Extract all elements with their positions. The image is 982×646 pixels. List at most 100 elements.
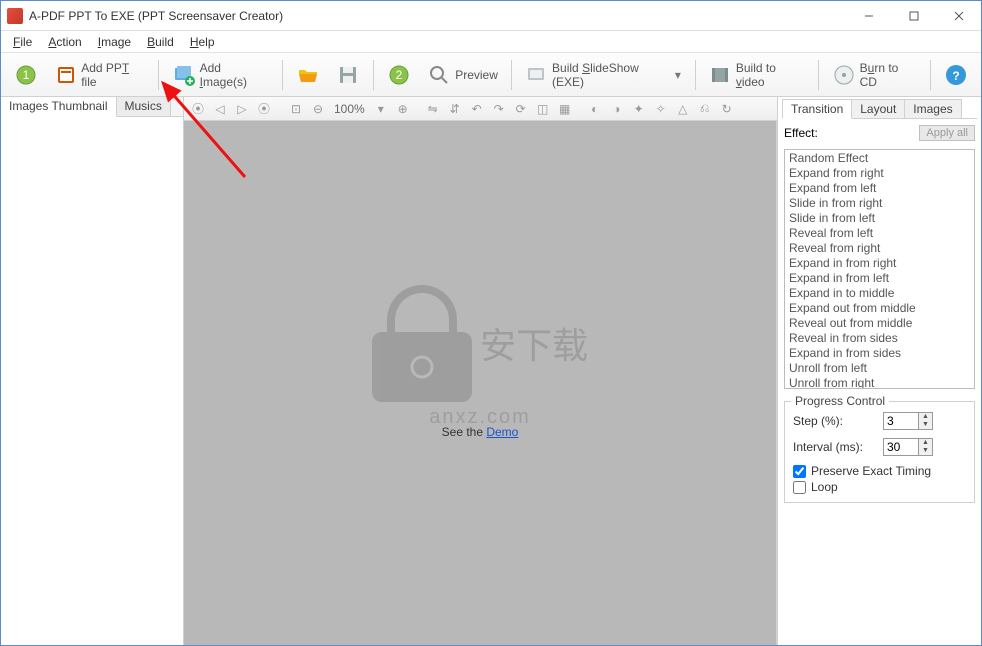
effect-item[interactable]: Expand in from sides xyxy=(787,346,972,361)
effect-b-icon[interactable]: ✧ xyxy=(651,99,671,119)
next-button[interactable]: ▷ xyxy=(232,99,252,119)
tab-images[interactable]: Images xyxy=(904,99,961,118)
effect-item[interactable]: Expand from right xyxy=(787,166,972,181)
interval-input[interactable] xyxy=(884,439,918,455)
menu-build[interactable]: Build xyxy=(139,33,182,51)
canvas-area: 安下载 anxz.com See the Demo xyxy=(184,121,777,645)
zoom-out-button[interactable]: ⊖ xyxy=(308,99,328,119)
step-up-icon[interactable]: ▲ xyxy=(919,413,932,421)
contrast-icon[interactable]: ◐ xyxy=(585,99,605,119)
effect-item[interactable]: Reveal out from middle xyxy=(787,316,972,331)
chevron-down-icon[interactable]: ▾ xyxy=(674,63,682,87)
build-video-button[interactable]: Build to video xyxy=(702,56,813,94)
tab-images-thumbnail[interactable]: Images Thumbnail xyxy=(1,97,117,117)
watermark-text: 安下载 xyxy=(480,317,588,369)
effect-item[interactable]: Expand out from middle xyxy=(787,301,972,316)
progress-control-group: Progress Control Step (%): ▲▼ Interval (… xyxy=(784,401,975,503)
loop-label: Loop xyxy=(811,480,838,494)
brightness-icon[interactable]: ◑ xyxy=(607,99,627,119)
menu-help[interactable]: Help xyxy=(182,33,223,51)
last-button[interactable]: ⦿ xyxy=(254,99,274,119)
loop-checkbox[interactable] xyxy=(793,481,806,494)
effect-item[interactable]: Unroll from left xyxy=(787,361,972,376)
nav-two-button[interactable]: 2 xyxy=(380,58,418,92)
zoom-in-button[interactable]: ⊕ xyxy=(393,99,413,119)
help-button[interactable]: ? xyxy=(937,58,975,92)
interval-spinner[interactable]: ▲▼ xyxy=(883,438,933,456)
titlebar: A-PDF PPT To EXE (PPT Screensaver Creato… xyxy=(1,1,981,31)
menubar: File Action Image Build Help xyxy=(1,31,981,53)
effect-item[interactable]: Reveal from left xyxy=(787,226,972,241)
undo-icon[interactable]: ⎌ xyxy=(695,99,715,119)
left-pane: Images Thumbnail Musics xyxy=(1,97,184,645)
menu-image[interactable]: Image xyxy=(90,33,139,51)
images-plus-icon xyxy=(172,63,195,87)
redo-icon[interactable]: ↻ xyxy=(717,99,737,119)
svg-text:2: 2 xyxy=(396,68,403,82)
add-images-label: Add Image(s) xyxy=(200,61,270,89)
tab-musics[interactable]: Musics xyxy=(117,97,171,116)
effect-a-icon[interactable]: ✦ xyxy=(629,99,649,119)
interval-up-icon[interactable]: ▲ xyxy=(919,439,932,447)
film-icon xyxy=(709,63,732,87)
close-button[interactable] xyxy=(936,1,981,30)
effect-list[interactable]: Random EffectExpand from rightExpand fro… xyxy=(784,149,975,389)
effect-item[interactable]: Expand in to middle xyxy=(787,286,972,301)
burn-cd-button[interactable]: Burn to CD xyxy=(825,56,924,94)
maximize-button[interactable] xyxy=(891,1,936,30)
canvas-toolbar: ⦿ ◁ ▷ ⦿ ⊡ ⊖ 100% ▾ ⊕ ⇋ ⇵ ↶ ↷ ⟳ ◫ ▦ ◐ ◑ ✦… xyxy=(184,97,777,121)
effect-item[interactable]: Random Effect xyxy=(787,151,972,166)
add-ppt-button[interactable]: Add PPT file xyxy=(47,56,152,94)
effect-item[interactable]: Expand in from right xyxy=(787,256,972,271)
step-spinner[interactable]: ▲▼ xyxy=(883,412,933,430)
build-slideshow-button[interactable]: Build SlideShow (EXE)▾ xyxy=(518,56,689,94)
zoom-level: 100% xyxy=(330,102,369,116)
step-input[interactable] xyxy=(884,413,918,429)
menu-action[interactable]: Action xyxy=(40,33,89,51)
zoom-dropdown[interactable]: ▾ xyxy=(371,99,391,119)
flip-v-icon[interactable]: ⇵ xyxy=(445,99,465,119)
effect-item[interactable]: Reveal from right xyxy=(787,241,972,256)
rotate-left-icon[interactable]: ↶ xyxy=(467,99,487,119)
build-slideshow-label: Build SlideShow (EXE) xyxy=(552,61,670,89)
toolbar-separator xyxy=(511,60,512,90)
tab-layout[interactable]: Layout xyxy=(851,99,905,118)
save-button[interactable] xyxy=(329,58,367,92)
effect-item[interactable]: Reveal in from sides xyxy=(787,331,972,346)
effect-item[interactable]: Slide in from left xyxy=(787,211,972,226)
effect-item[interactable]: Slide in from right xyxy=(787,196,972,211)
main-toolbar: 1 Add PPT file Add Image(s) 2 Preview Bu… xyxy=(1,53,981,97)
rotate-free-icon[interactable]: ⟳ xyxy=(511,99,531,119)
nav-start-button[interactable]: 1 xyxy=(7,58,45,92)
first-button[interactable]: ⦿ xyxy=(188,99,208,119)
flip-h-icon[interactable]: ⇋ xyxy=(423,99,443,119)
select-icon[interactable]: ▦ xyxy=(555,99,575,119)
body-area: Images Thumbnail Musics ⦿ ◁ ▷ ⦿ ⊡ ⊖ 100%… xyxy=(1,97,981,645)
crop-icon[interactable]: ◫ xyxy=(533,99,553,119)
demo-text: See the Demo xyxy=(442,425,519,439)
triangle-icon[interactable]: △ xyxy=(673,99,693,119)
preserve-timing-checkbox[interactable] xyxy=(793,465,806,478)
tab-transition[interactable]: Transition xyxy=(782,99,852,119)
interval-down-icon[interactable]: ▼ xyxy=(919,447,932,455)
demo-link[interactable]: Demo xyxy=(486,425,518,439)
effect-item[interactable]: Expand from left xyxy=(787,181,972,196)
ppt-file-icon xyxy=(54,63,77,87)
rotate-right-icon[interactable]: ↷ xyxy=(489,99,509,119)
effect-item[interactable]: Unroll from right xyxy=(787,376,972,389)
effect-item[interactable]: Expand in from left xyxy=(787,271,972,286)
preserve-timing-label: Preserve Exact Timing xyxy=(811,464,931,478)
cd-icon xyxy=(832,63,855,87)
menu-file[interactable]: File xyxy=(5,33,40,51)
svg-text:1: 1 xyxy=(23,68,30,82)
apply-all-button[interactable]: Apply all xyxy=(919,125,975,141)
app-icon xyxy=(7,8,23,24)
preview-label: Preview xyxy=(455,68,498,82)
open-button[interactable] xyxy=(289,58,327,92)
add-images-button[interactable]: Add Image(s) xyxy=(165,56,276,94)
fit-width-icon[interactable]: ⊡ xyxy=(286,99,306,119)
step-down-icon[interactable]: ▼ xyxy=(919,421,932,429)
prev-button[interactable]: ◁ xyxy=(210,99,230,119)
preview-button[interactable]: Preview xyxy=(420,58,505,92)
minimize-button[interactable] xyxy=(846,1,891,30)
